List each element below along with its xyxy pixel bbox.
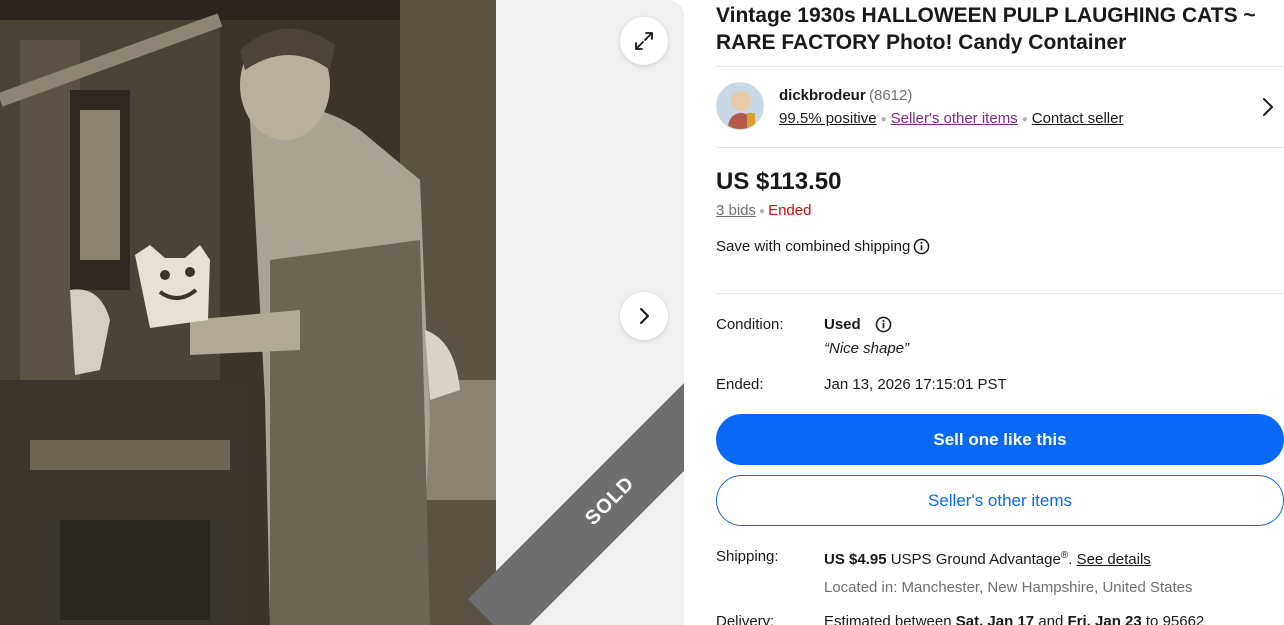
divider: [716, 293, 1284, 294]
shipping-value: US $4.95 USPS Ground Advantage®. See det…: [824, 550, 1151, 568]
seller-feedback-count: (8612): [869, 87, 913, 104]
positive-feedback-link[interactable]: 99.5% positive: [779, 110, 877, 127]
expand-icon: [635, 32, 653, 50]
separator-dot: ●: [880, 113, 887, 125]
divider: [716, 66, 1284, 67]
delivery-prefix: Estimated between: [824, 613, 952, 625]
bids-link[interactable]: 3 bids: [716, 202, 756, 219]
delivery-value: Estimated between Sat, Jan 17 and Fri, J…: [824, 613, 1204, 625]
ended-status: Ended: [768, 202, 812, 219]
item-location: Located in: Manchester, New Hampshire, U…: [824, 579, 1193, 596]
image-gallery: SOLD: [0, 0, 684, 625]
item-price: US $113.50: [716, 168, 842, 195]
condition-value-row: Used: [824, 316, 892, 333]
condition-value: Used: [824, 316, 861, 333]
ended-value: Jan 13, 2026 17:15:01 PST: [824, 376, 1007, 393]
shipping-label: Shipping:: [716, 548, 779, 565]
sell-one-like-this-button[interactable]: Sell one like this: [716, 414, 1284, 465]
info-icon[interactable]: [875, 316, 892, 333]
registered-mark: ®: [1060, 550, 1069, 561]
see-details-link[interactable]: See details: [1077, 551, 1151, 568]
ended-label: Ended:: [716, 376, 764, 393]
delivery-zip: to 95662: [1145, 613, 1205, 625]
seller-avatar[interactable]: [716, 82, 764, 130]
sellers-other-items-button[interactable]: Seller's other items: [716, 475, 1284, 526]
seller-card[interactable]: dickbrodeur (8612) 99.5% positive ● Seller…: [716, 82, 1284, 134]
listing-title: Vintage 1930s HALLOWEEN PULP LAUGHING CA…: [716, 4, 1256, 54]
divider: [716, 147, 1284, 148]
sold-label: SOLD: [580, 471, 639, 530]
shipping-service: USPS Ground Advantage: [890, 551, 1061, 568]
chevron-right-icon[interactable]: [1261, 96, 1275, 118]
factory-worker-photo: [0, 0, 496, 625]
shipping-cost: US $4.95: [824, 551, 887, 568]
combined-shipping-label: Save with combined shipping: [716, 238, 911, 255]
chevron-right-icon: [640, 308, 649, 324]
seller-name[interactable]: dickbrodeur: [779, 87, 866, 104]
sold-ribbon: SOLD: [467, 358, 684, 625]
expand-image-button[interactable]: [620, 17, 668, 65]
condition-note: “Nice shape”: [824, 340, 910, 357]
delivery-and: and: [1038, 613, 1064, 625]
next-image-button[interactable]: [620, 292, 668, 340]
combined-shipping: Save with combined shipping: [716, 238, 930, 255]
delivery-end: Fri, Jan 23: [1067, 613, 1142, 625]
separator-dot: ●: [759, 205, 766, 217]
avatar-image: [717, 83, 763, 129]
seller-other-items-link[interactable]: Seller's other items: [891, 110, 1018, 127]
delivery-start: Sat, Jan 17: [955, 613, 1035, 625]
delivery-label: Delivery:: [716, 613, 775, 625]
bids-status: 3 bids ● Ended: [716, 202, 811, 219]
contact-seller-link[interactable]: Contact seller: [1032, 110, 1124, 127]
condition-label: Condition:: [716, 316, 784, 333]
info-icon[interactable]: [913, 238, 930, 255]
separator-dot: ●: [1021, 113, 1028, 125]
listing-photo[interactable]: [0, 0, 496, 625]
seller-links: 99.5% positive ● Seller's other items ● Cont…: [779, 110, 1123, 127]
